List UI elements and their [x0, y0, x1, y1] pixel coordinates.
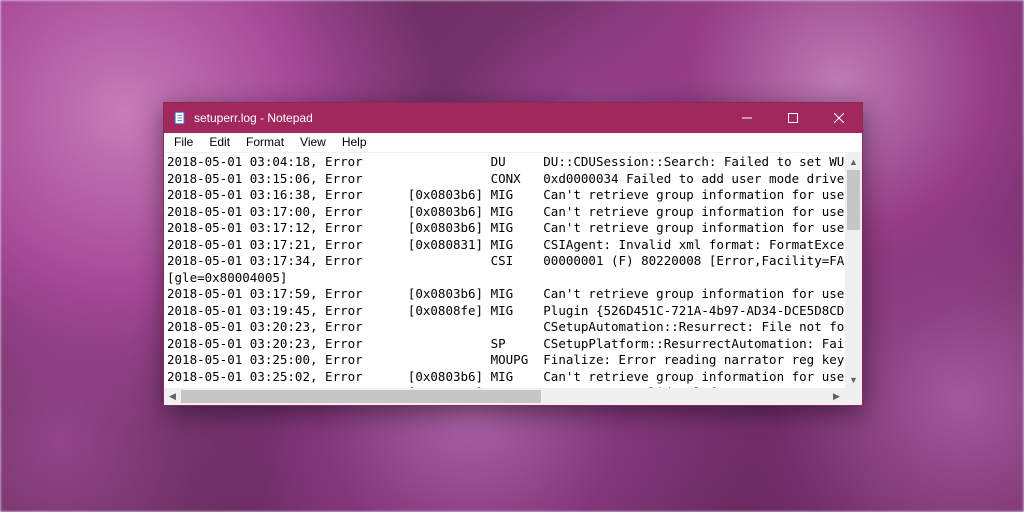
notepad-window: setuperr.log - Notepad File Edit Format … — [163, 102, 863, 406]
vertical-scroll-track[interactable] — [845, 170, 862, 371]
maximize-button[interactable] — [770, 103, 816, 133]
minimize-button[interactable] — [724, 103, 770, 133]
text-area[interactable]: 2018-05-01 03:04:18, Error DU DU::CDUSes… — [164, 153, 862, 388]
menu-help[interactable]: Help — [334, 134, 375, 151]
vertical-scrollbar[interactable]: ▲ ▼ — [845, 153, 862, 388]
horizontal-scrollbar[interactable]: ◀ ▶ — [164, 388, 845, 405]
menubar: File Edit Format View Help — [164, 133, 862, 153]
scroll-corner — [845, 388, 862, 405]
menu-format[interactable]: Format — [238, 134, 292, 151]
menu-edit[interactable]: Edit — [201, 134, 238, 151]
horizontal-scroll-thumb[interactable] — [181, 390, 541, 403]
scroll-down-arrow-icon[interactable]: ▼ — [845, 371, 862, 388]
scroll-right-arrow-icon[interactable]: ▶ — [828, 388, 845, 405]
horizontal-scroll-track[interactable] — [181, 388, 828, 405]
titlebar[interactable]: setuperr.log - Notepad — [164, 103, 862, 133]
menu-file[interactable]: File — [166, 134, 201, 151]
vertical-scroll-thumb[interactable] — [847, 170, 860, 230]
window-title: setuperr.log - Notepad — [194, 111, 313, 125]
close-button[interactable] — [816, 103, 862, 133]
notepad-app-icon — [172, 110, 188, 126]
scroll-up-arrow-icon[interactable]: ▲ — [845, 153, 862, 170]
scroll-left-arrow-icon[interactable]: ◀ — [164, 388, 181, 405]
menu-view[interactable]: View — [292, 134, 334, 151]
